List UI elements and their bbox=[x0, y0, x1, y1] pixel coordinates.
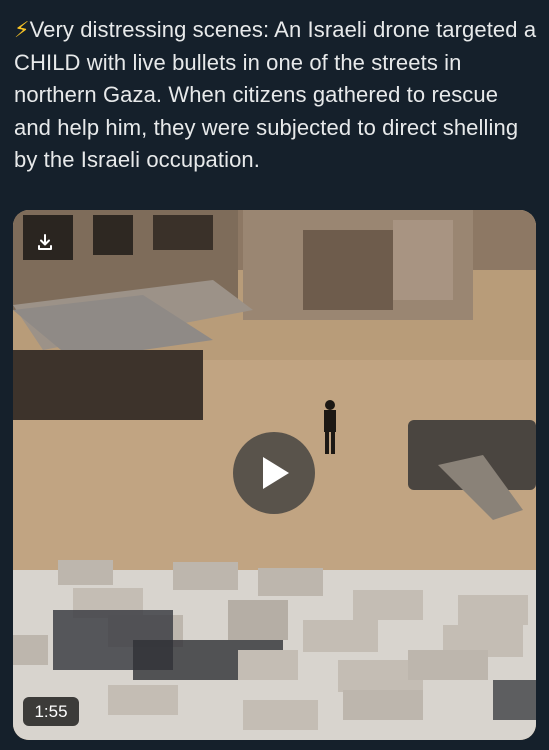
play-button[interactable] bbox=[233, 432, 315, 514]
post-text: ⚡Very distressing scenes: An Israeli dro… bbox=[14, 14, 539, 177]
download-icon bbox=[38, 234, 52, 250]
video-player[interactable]: 1:55 bbox=[13, 210, 536, 740]
download-button[interactable] bbox=[31, 228, 59, 256]
lightning-icon: ⚡ bbox=[14, 17, 30, 42]
video-duration: 1:55 bbox=[23, 697, 79, 726]
play-icon bbox=[263, 457, 289, 489]
post-body: Very distressing scenes: An Israeli dron… bbox=[14, 17, 537, 172]
